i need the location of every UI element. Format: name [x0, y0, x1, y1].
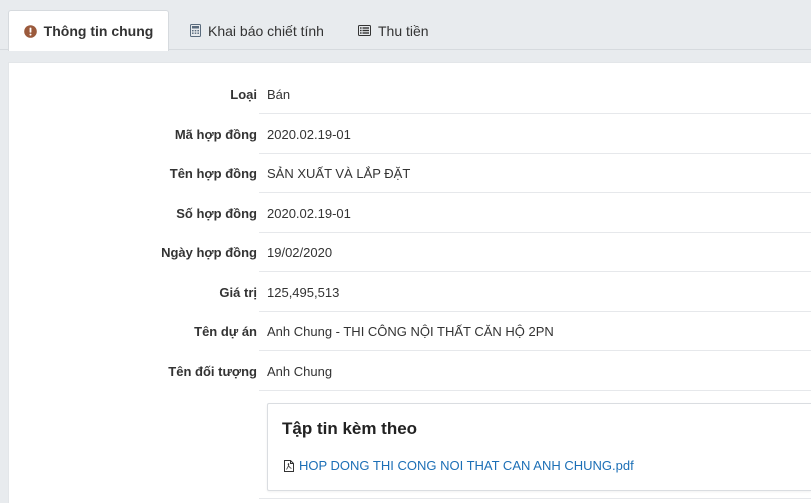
detail-row-contract-name: Tên hợp đồng SẢN XUẤT VÀ LẮP ĐẶT [9, 154, 811, 193]
detail-row-type: Loại Bán [9, 75, 811, 114]
detail-value: Anh Chung - THI CÔNG NỘI THẤT CĂN HỘ 2PN [259, 312, 811, 351]
detail-row-contract-code: Mã hợp đồng 2020.02.19-01 [9, 115, 811, 154]
file-pdf-icon [284, 459, 294, 472]
detail-value: Anh Chung [259, 352, 811, 391]
exclamation-circle-icon [23, 24, 37, 38]
detail-label: Tên đối tượng [168, 364, 257, 379]
tab-label: Khai báo chiết tính [208, 22, 324, 39]
attachments-title: Tập tin kèm theo [282, 419, 418, 438]
tab-collection[interactable]: Thu tiền [358, 10, 429, 51]
attachments-box: Tập tin kèm theo HOP DONG THI CONG NOI T… [267, 403, 811, 491]
detail-label: Loại [230, 87, 257, 102]
detail-value: Bán [259, 75, 811, 114]
tab-cost-declaration[interactable]: Khai báo chiết tính [190, 10, 324, 51]
contract-details-panel: Loại Bán Mã hợp đồng 2020.02.19-01 Tên h… [8, 62, 811, 503]
detail-value: 125,495,513 [259, 273, 811, 312]
detail-label: Số hợp đồng [176, 206, 257, 221]
attachments-section: Tập tin kèm theo HOP DONG THI CONG NOI T… [259, 394, 811, 499]
tab-label: Thông tin chung [43, 23, 154, 39]
detail-value: 2020.02.19-01 [259, 115, 811, 154]
detail-value: SẢN XUẤT VÀ LẮP ĐẶT [259, 154, 811, 193]
detail-row-subject-name: Tên đối tượng Anh Chung [9, 352, 811, 391]
detail-row-contract-number: Số hợp đồng 2020.02.19-01 [9, 194, 811, 233]
detail-label: Tên hợp đồng [169, 166, 257, 181]
tab-general-info[interactable]: Thông tin chung [8, 10, 169, 51]
detail-row-contract-date: Ngày hợp đồng 19/02/2020 [9, 233, 811, 272]
attachment-filename: HOP DONG THI CONG NOI THAT CAN ANH CHUNG… [299, 458, 634, 473]
detail-label: Tên dự án [194, 324, 257, 339]
attachment-link[interactable]: HOP DONG THI CONG NOI THAT CAN ANH CHUNG… [284, 458, 634, 473]
detail-value: 19/02/2020 [259, 233, 811, 272]
list-alt-icon [358, 25, 371, 36]
detail-row-project-name: Tên dự án Anh Chung - THI CÔNG NỘI THẤT … [9, 312, 811, 351]
tab-bar: Thông tin chung Khai báo chiết tính Thu … [0, 0, 811, 51]
detail-label: Giá trị [219, 285, 257, 300]
detail-row-value: Giá trị 125,495,513 [9, 273, 811, 312]
detail-label: Ngày hợp đồng [161, 245, 257, 260]
detail-value: 2020.02.19-01 [259, 194, 811, 233]
calculator-icon [190, 24, 201, 37]
tab-label: Thu tiền [378, 22, 429, 39]
detail-label: Mã hợp đồng [174, 127, 257, 142]
